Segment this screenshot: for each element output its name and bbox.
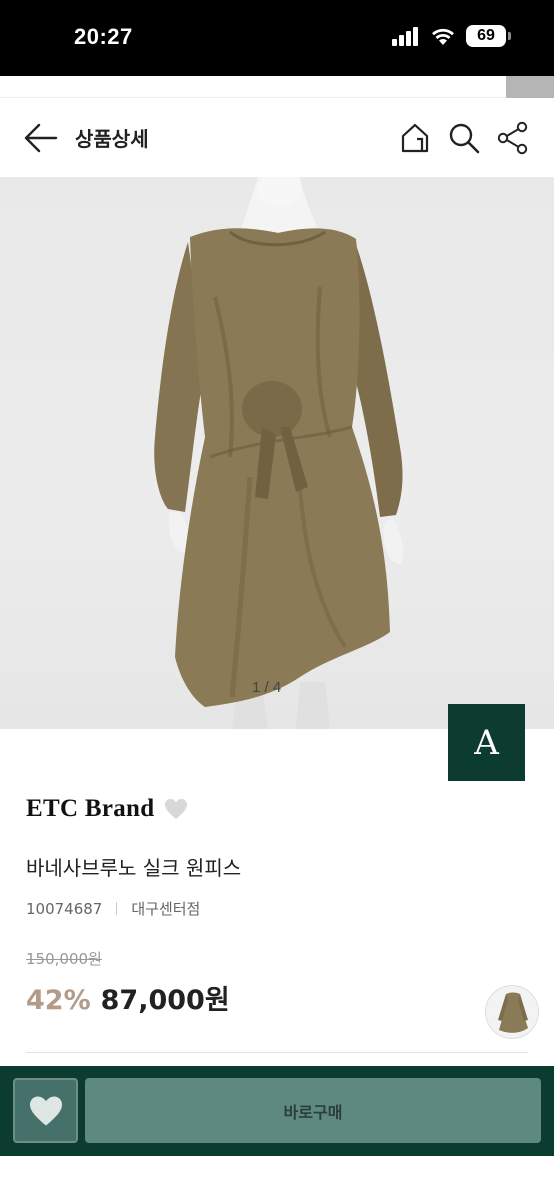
home-icon[interactable] [398, 121, 432, 155]
discount-rate: 42% [26, 985, 91, 1016]
original-price: 150,000원 [26, 950, 102, 968]
product-meta: 10074687 대구센터점 [26, 898, 200, 919]
brand-name[interactable]: ETC Brand [26, 795, 154, 823]
bottom-action-bar: 바로구매 [0, 1066, 554, 1156]
search-icon[interactable] [447, 121, 481, 155]
page-title: 상품상세 [75, 127, 149, 151]
app-header: 상품상세 [0, 99, 554, 177]
sale-price: 87,000원 [100, 985, 230, 1016]
brand-badge[interactable]: A [448, 704, 525, 781]
battery-indicator: 69 [466, 25, 511, 47]
back-arrow-icon[interactable] [22, 121, 60, 155]
dress-photo [154, 177, 404, 729]
share-icon[interactable] [496, 121, 530, 155]
strip-overlay [506, 76, 554, 98]
wifi-icon [432, 28, 454, 45]
price-row: 42% 87,000원 [26, 978, 230, 1017]
status-time: 20:27 [74, 24, 133, 49]
product-name: 바네사브루노 실크 원피스 [26, 856, 242, 880]
store-name: 대구센터점 [131, 900, 201, 918]
wishlist-button[interactable] [13, 1078, 78, 1143]
heart-icon [29, 1095, 62, 1126]
top-strip [0, 76, 554, 98]
status-icons: 69 [392, 25, 511, 47]
product-code: 10074687 [26, 899, 103, 918]
buy-now-button[interactable]: 바로구매 [85, 1078, 541, 1143]
thumbnail-dress [498, 992, 528, 1033]
product-thumbnail[interactable] [485, 985, 539, 1039]
section-divider [26, 1052, 528, 1053]
image-counter: 1 / 4 [252, 679, 282, 696]
home-indicator-area [0, 1156, 554, 1200]
meta-divider [116, 902, 118, 915]
brand-heart-icon[interactable] [164, 798, 188, 820]
product-image[interactable]: 1 / 4 [0, 177, 554, 729]
status-bar: 20:27 69 [0, 0, 554, 76]
signal-icon [392, 27, 418, 46]
brand-row: ETC Brand [26, 795, 188, 823]
